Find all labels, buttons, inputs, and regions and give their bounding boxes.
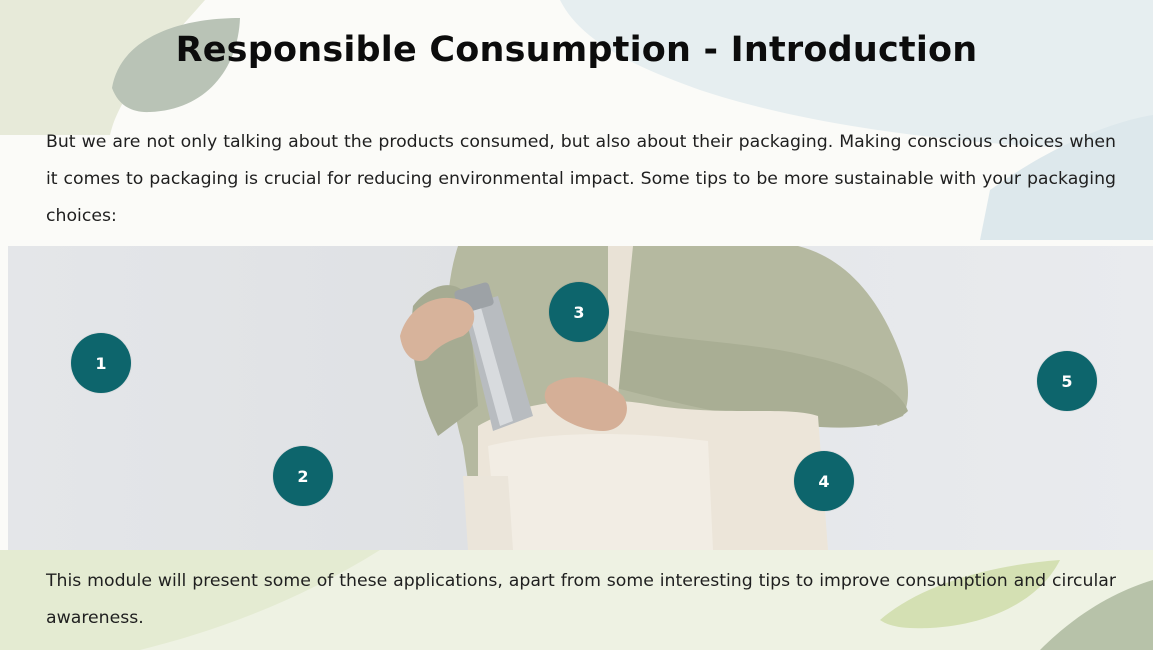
slide-title: Responsible Consumption - Introduction xyxy=(175,30,978,70)
hotspot-1[interactable]: 1 xyxy=(71,333,131,393)
hotspot-4[interactable]: 4 xyxy=(794,451,854,511)
outro-paragraph: This module will present some of these a… xyxy=(46,571,1116,628)
slide: Responsible Consumption - Introduction B… xyxy=(0,0,1153,650)
intro-paragraph: But we are not only talking about the pr… xyxy=(46,132,1116,226)
hotspot-3[interactable]: 3 xyxy=(549,282,609,342)
hotspot-2[interactable]: 2 xyxy=(273,446,333,506)
tote-bag-highlight xyxy=(488,434,713,550)
hotspot-5[interactable]: 5 xyxy=(1037,351,1097,411)
jeans xyxy=(463,476,513,550)
